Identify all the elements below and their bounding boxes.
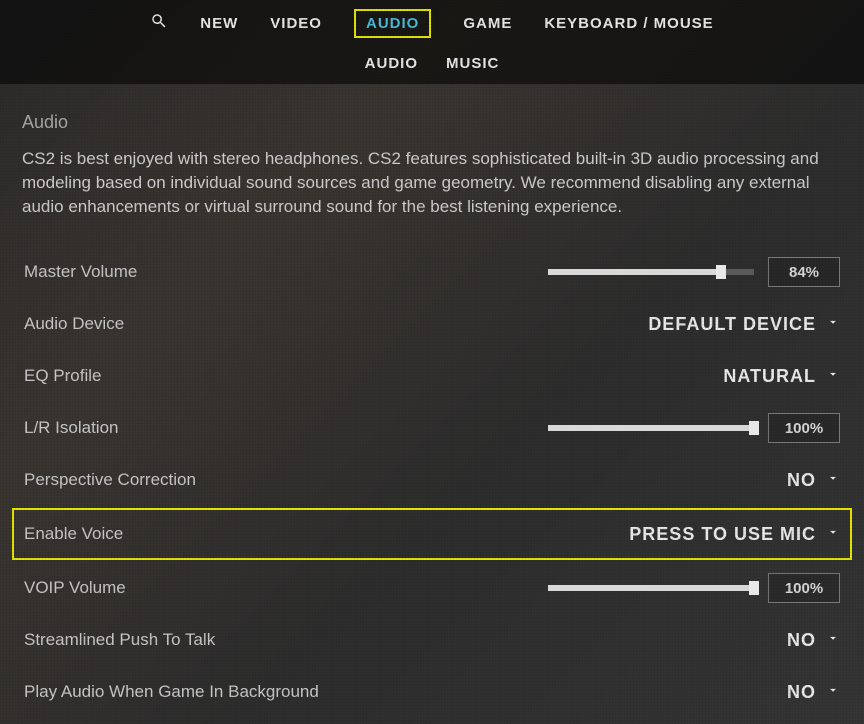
value-streamlined-ptt: NO [787, 630, 816, 651]
section-title: Audio [22, 112, 842, 133]
chevron-down-icon [826, 525, 840, 544]
row-enable-voice: Enable Voice PRESS TO USE MIC [12, 508, 852, 560]
slider-lr-isolation[interactable] [548, 425, 754, 431]
nav-audio[interactable]: AUDIO [354, 9, 431, 38]
chevron-down-icon [826, 315, 840, 334]
row-audio-device: Audio Device DEFAULT DEVICE [22, 298, 842, 350]
value-master-volume[interactable]: 84% [768, 257, 840, 287]
row-eq-profile: EQ Profile NATURAL [22, 350, 842, 402]
section-description: CS2 is best enjoyed with stereo headphon… [22, 147, 842, 218]
subnav-music[interactable]: MUSIC [446, 55, 499, 72]
slider-master-volume[interactable] [548, 269, 754, 275]
settings-content: Audio CS2 is best enjoyed with stereo he… [0, 84, 864, 718]
slider-thumb[interactable] [716, 265, 726, 279]
nav-new[interactable]: NEW [200, 15, 238, 32]
dropdown-play-bg-audio[interactable]: NO [787, 682, 840, 703]
nav-keyboard-mouse[interactable]: KEYBOARD / MOUSE [544, 15, 713, 32]
value-perspective-correction: NO [787, 470, 816, 491]
chevron-down-icon [826, 367, 840, 386]
search-icon[interactable] [150, 12, 168, 35]
value-enable-voice: PRESS TO USE MIC [629, 524, 816, 545]
dropdown-streamlined-ptt[interactable]: NO [787, 630, 840, 651]
dropdown-audio-device[interactable]: DEFAULT DEVICE [648, 314, 840, 335]
slider-fill [548, 425, 754, 431]
label-streamlined-ptt: Streamlined Push To Talk [24, 630, 215, 650]
dropdown-perspective-correction[interactable]: NO [787, 470, 840, 491]
value-audio-device: DEFAULT DEVICE [648, 314, 816, 335]
label-voip-volume: VOIP Volume [24, 578, 126, 598]
value-eq-profile: NATURAL [723, 366, 816, 387]
row-voip-volume: VOIP Volume 100% [22, 562, 842, 614]
primary-nav: NEW VIDEO AUDIO GAME KEYBOARD / MOUSE [0, 0, 864, 45]
nav-game[interactable]: GAME [463, 15, 512, 32]
label-enable-voice: Enable Voice [24, 524, 123, 544]
row-lr-isolation: L/R Isolation 100% [22, 402, 842, 454]
slider-voip-volume[interactable] [548, 585, 754, 591]
label-perspective-correction: Perspective Correction [24, 470, 196, 490]
slider-thumb[interactable] [749, 421, 759, 435]
slider-fill [548, 585, 754, 591]
dropdown-eq-profile[interactable]: NATURAL [723, 366, 840, 387]
row-perspective-correction: Perspective Correction NO [22, 454, 842, 506]
value-lr-isolation[interactable]: 100% [768, 413, 840, 443]
dropdown-enable-voice[interactable]: PRESS TO USE MIC [629, 524, 840, 545]
label-play-bg-audio: Play Audio When Game In Background [24, 682, 319, 702]
value-play-bg-audio: NO [787, 682, 816, 703]
label-audio-device: Audio Device [24, 314, 124, 334]
nav-video[interactable]: VIDEO [270, 15, 322, 32]
slider-fill [548, 269, 721, 275]
label-eq-profile: EQ Profile [24, 366, 101, 386]
secondary-nav: AUDIO MUSIC [0, 45, 864, 84]
label-master-volume: Master Volume [24, 262, 137, 282]
value-voip-volume[interactable]: 100% [768, 573, 840, 603]
chevron-down-icon [826, 683, 840, 702]
subnav-audio[interactable]: AUDIO [365, 55, 418, 72]
row-master-volume: Master Volume 84% [22, 246, 842, 298]
chevron-down-icon [826, 471, 840, 490]
label-lr-isolation: L/R Isolation [24, 418, 119, 438]
row-streamlined-ptt: Streamlined Push To Talk NO [22, 614, 842, 666]
row-play-bg-audio: Play Audio When Game In Background NO [22, 666, 842, 718]
slider-thumb[interactable] [749, 581, 759, 595]
chevron-down-icon [826, 631, 840, 650]
